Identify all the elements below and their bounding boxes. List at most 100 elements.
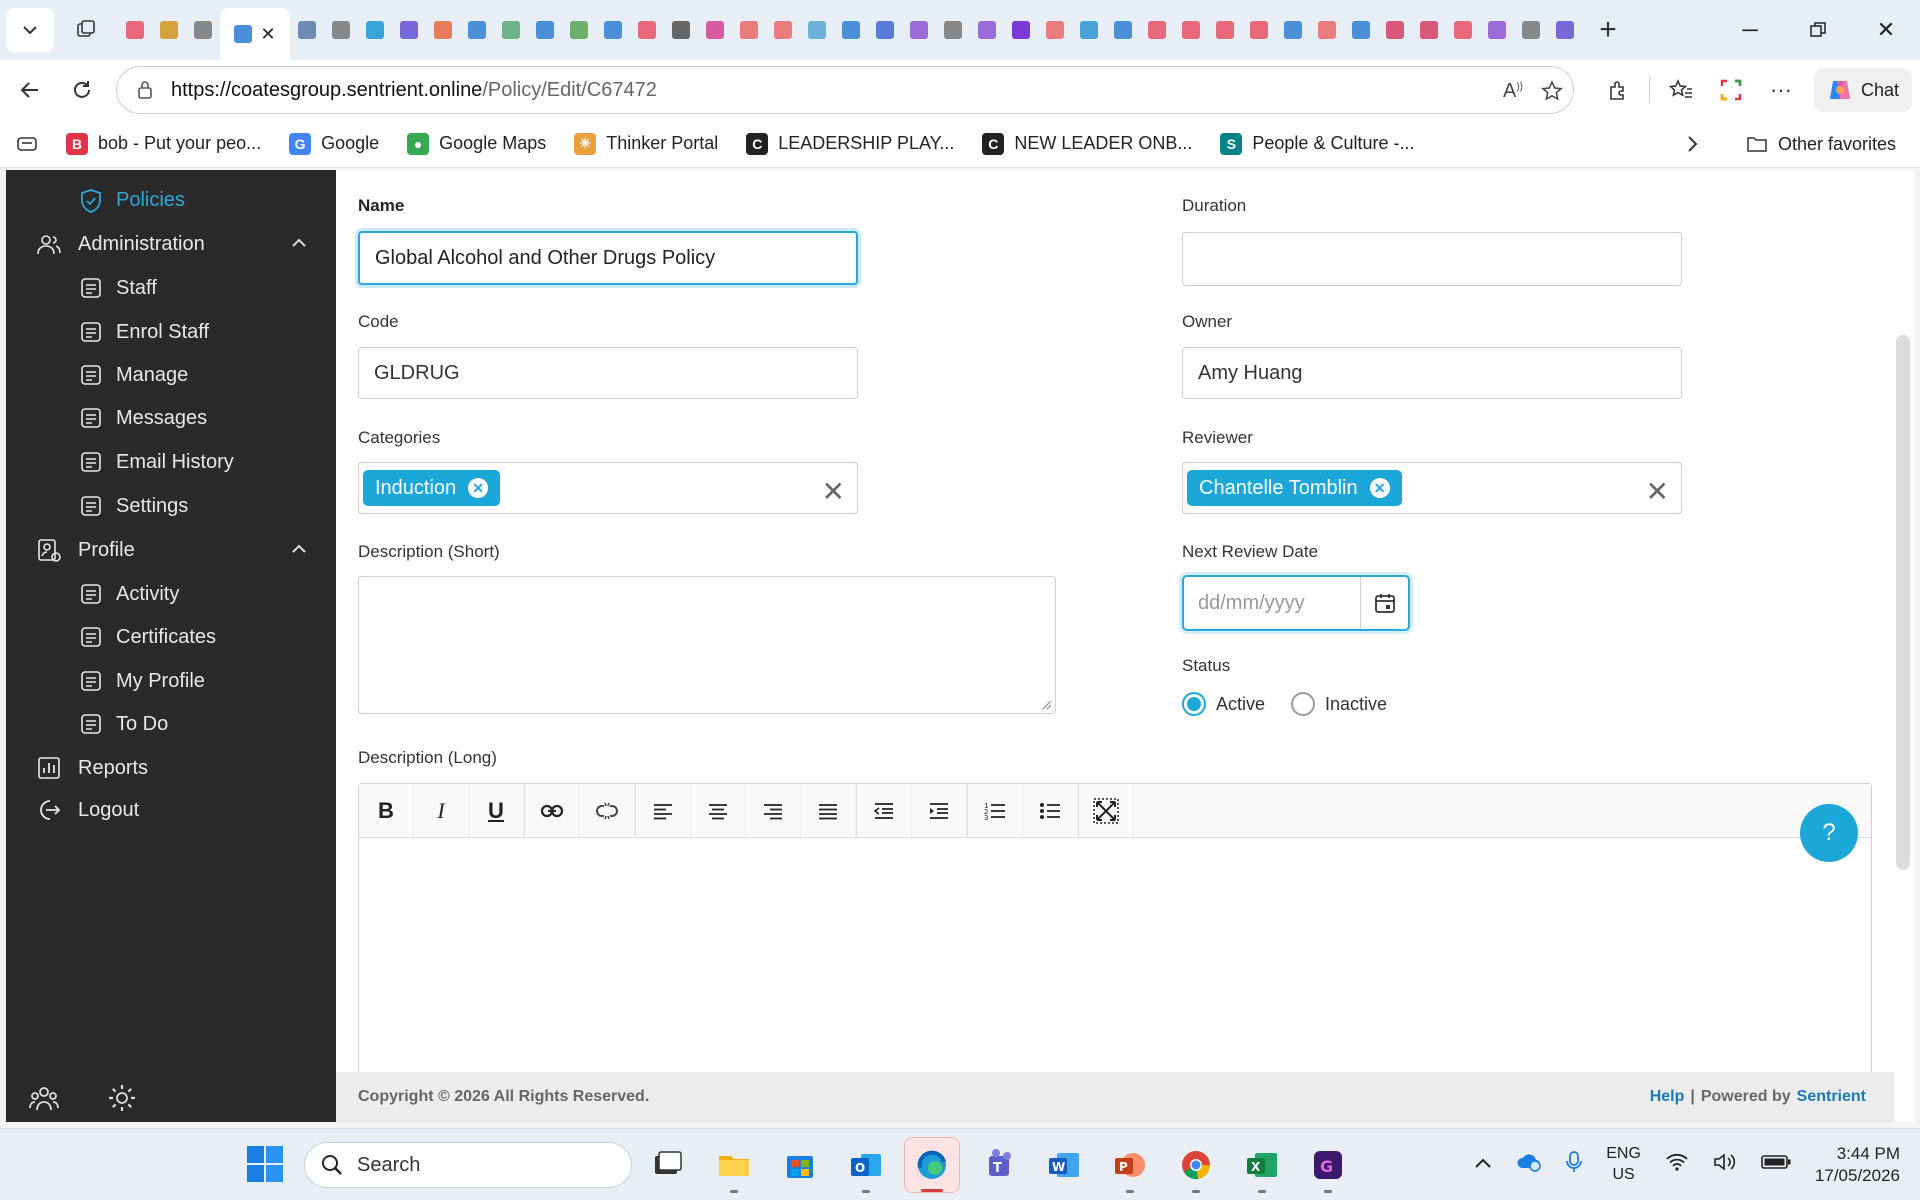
new-tab-button[interactable]: +: [1588, 10, 1628, 50]
sidebar-item-administration[interactable]: Administration: [6, 220, 336, 268]
taskbar-app[interactable]: [1168, 1137, 1224, 1193]
browser-tab[interactable]: [1480, 8, 1514, 52]
italic-button[interactable]: I: [414, 783, 469, 838]
code-input[interactable]: GLDRUG: [358, 347, 858, 399]
browser-tab[interactable]: [1276, 8, 1310, 52]
sidebar-item-activity[interactable]: Activity: [6, 570, 336, 618]
read-aloud-icon[interactable]: A)): [1503, 80, 1523, 103]
sidebar-item-enrol-staff[interactable]: Enrol Staff: [6, 308, 336, 356]
browser-tab[interactable]: [698, 8, 732, 52]
help-fab-button[interactable]: ?: [1800, 804, 1858, 862]
close-window-button[interactable]: ✕: [1852, 0, 1920, 60]
sidebar-item-profile[interactable]: Profile: [6, 526, 336, 574]
taskbar-app[interactable]: W: [1036, 1137, 1092, 1193]
other-favorites-folder[interactable]: Other favorites: [1732, 124, 1910, 164]
browser-tab[interactable]: [186, 8, 220, 52]
browser-tab[interactable]: [1106, 8, 1140, 52]
sidebar-item-policies[interactable]: Policies: [6, 176, 336, 224]
bold-button[interactable]: B: [359, 783, 414, 838]
sidebar-item-my-profile[interactable]: My Profile: [6, 657, 336, 705]
sentrient-link[interactable]: Sentrient: [1797, 1088, 1866, 1106]
favorite-link[interactable]: C NEW LEADER ONB...: [968, 124, 1206, 164]
url-text[interactable]: https://coatesgroup.sentrient.online/Pol…: [171, 79, 657, 102]
browser-tab[interactable]: [1174, 8, 1208, 52]
clear-categories-icon[interactable]: ✕: [822, 475, 845, 508]
browser-tab[interactable]: [460, 8, 494, 52]
browser-tab[interactable]: [1378, 8, 1412, 52]
volume-icon[interactable]: [1713, 1152, 1737, 1179]
browser-tab[interactable]: [936, 8, 970, 52]
browser-tab[interactable]: [392, 8, 426, 52]
browser-tab[interactable]: [664, 8, 698, 52]
help-link[interactable]: Help: [1650, 1088, 1685, 1106]
next-review-date-input[interactable]: dd/mm/yyyy: [1184, 577, 1360, 629]
reviewer-select[interactable]: Chantelle Tomblin ✕ ✕: [1182, 462, 1682, 514]
close-tab-icon[interactable]: ✕: [260, 24, 275, 45]
show-hidden-icons-button[interactable]: [1474, 1155, 1492, 1176]
wifi-icon[interactable]: [1665, 1153, 1689, 1178]
refresh-button[interactable]: [60, 68, 104, 112]
justify-button[interactable]: [801, 783, 856, 838]
browser-tab[interactable]: [596, 8, 630, 52]
back-button[interactable]: [8, 68, 52, 112]
favorites-overflow-chevron[interactable]: [1686, 124, 1700, 164]
sidebar-item-email-history[interactable]: Email History: [6, 438, 336, 486]
align-left-button[interactable]: [636, 783, 691, 838]
browser-tab[interactable]: [1412, 8, 1446, 52]
remove-category-icon[interactable]: ✕: [468, 478, 489, 498]
favorite-link[interactable]: ✳ Thinker Portal: [560, 124, 732, 164]
outdent-button[interactable]: [857, 783, 912, 838]
browser-tab[interactable]: [118, 8, 152, 52]
tab-actions-menu-button[interactable]: [6, 8, 54, 52]
clear-reviewer-icon[interactable]: ✕: [1646, 475, 1669, 508]
browser-tab[interactable]: [732, 8, 766, 52]
browser-tab[interactable]: ✕: [220, 8, 290, 60]
browser-tab[interactable]: [630, 8, 664, 52]
microphone-icon[interactable]: [1566, 1150, 1583, 1181]
status-inactive-label[interactable]: Inactive: [1325, 694, 1387, 715]
align-right-button[interactable]: [746, 783, 801, 838]
browser-tab[interactable]: [1208, 8, 1242, 52]
browser-tab[interactable]: [1514, 8, 1548, 52]
favorite-star-icon[interactable]: [1541, 80, 1563, 102]
browser-tab[interactable]: [902, 8, 936, 52]
browser-tab[interactable]: [562, 8, 596, 52]
sidebar-item-manage[interactable]: Manage: [6, 351, 336, 399]
favorites-button[interactable]: [1656, 65, 1706, 115]
battery-icon[interactable]: [1761, 1154, 1791, 1177]
fullscreen-button[interactable]: [1079, 783, 1134, 838]
browser-tab[interactable]: [970, 8, 1004, 52]
team-icon[interactable]: [28, 1082, 60, 1114]
browser-tab[interactable]: [528, 8, 562, 52]
browser-tab[interactable]: [800, 8, 834, 52]
owner-input[interactable]: Amy Huang: [1182, 347, 1682, 399]
taskbar-app[interactable]: X: [1234, 1137, 1290, 1193]
extensions-button[interactable]: [1593, 65, 1643, 115]
browser-tab[interactable]: [1140, 8, 1174, 52]
taskbar-app[interactable]: G: [1300, 1137, 1356, 1193]
browser-tab[interactable]: [766, 8, 800, 52]
chevron-up-icon[interactable]: [290, 540, 308, 564]
taskbar-app[interactable]: [904, 1137, 960, 1193]
status-active-label[interactable]: Active: [1216, 694, 1265, 715]
browser-tab[interactable]: [1344, 8, 1378, 52]
page-scrollbar[interactable]: [1896, 335, 1910, 870]
browser-tab[interactable]: [1004, 8, 1038, 52]
browser-tab[interactable]: [1310, 8, 1344, 52]
duration-input[interactable]: [1182, 232, 1682, 286]
favorite-link[interactable]: G Google: [275, 124, 393, 164]
browser-tab[interactable]: [426, 8, 460, 52]
gear-icon[interactable]: [106, 1082, 138, 1114]
taskbar-app[interactable]: P: [1102, 1137, 1158, 1193]
browser-tab[interactable]: [1548, 8, 1582, 52]
remove-reviewer-icon[interactable]: ✕: [1369, 478, 1390, 498]
address-bar[interactable]: https://coatesgroup.sentrient.online/Pol…: [116, 66, 1574, 114]
favorite-link[interactable]: C LEADERSHIP PLAY...: [732, 124, 968, 164]
sidebar-item-settings[interactable]: Settings: [6, 482, 336, 530]
sidebar-item-reports[interactable]: Reports: [6, 744, 336, 792]
lock-icon[interactable]: [131, 80, 159, 100]
screenshot-button[interactable]: [1706, 65, 1756, 115]
taskbar-search[interactable]: Search: [304, 1142, 632, 1188]
browser-tab[interactable]: [358, 8, 392, 52]
taskbar-app[interactable]: T: [970, 1137, 1026, 1193]
